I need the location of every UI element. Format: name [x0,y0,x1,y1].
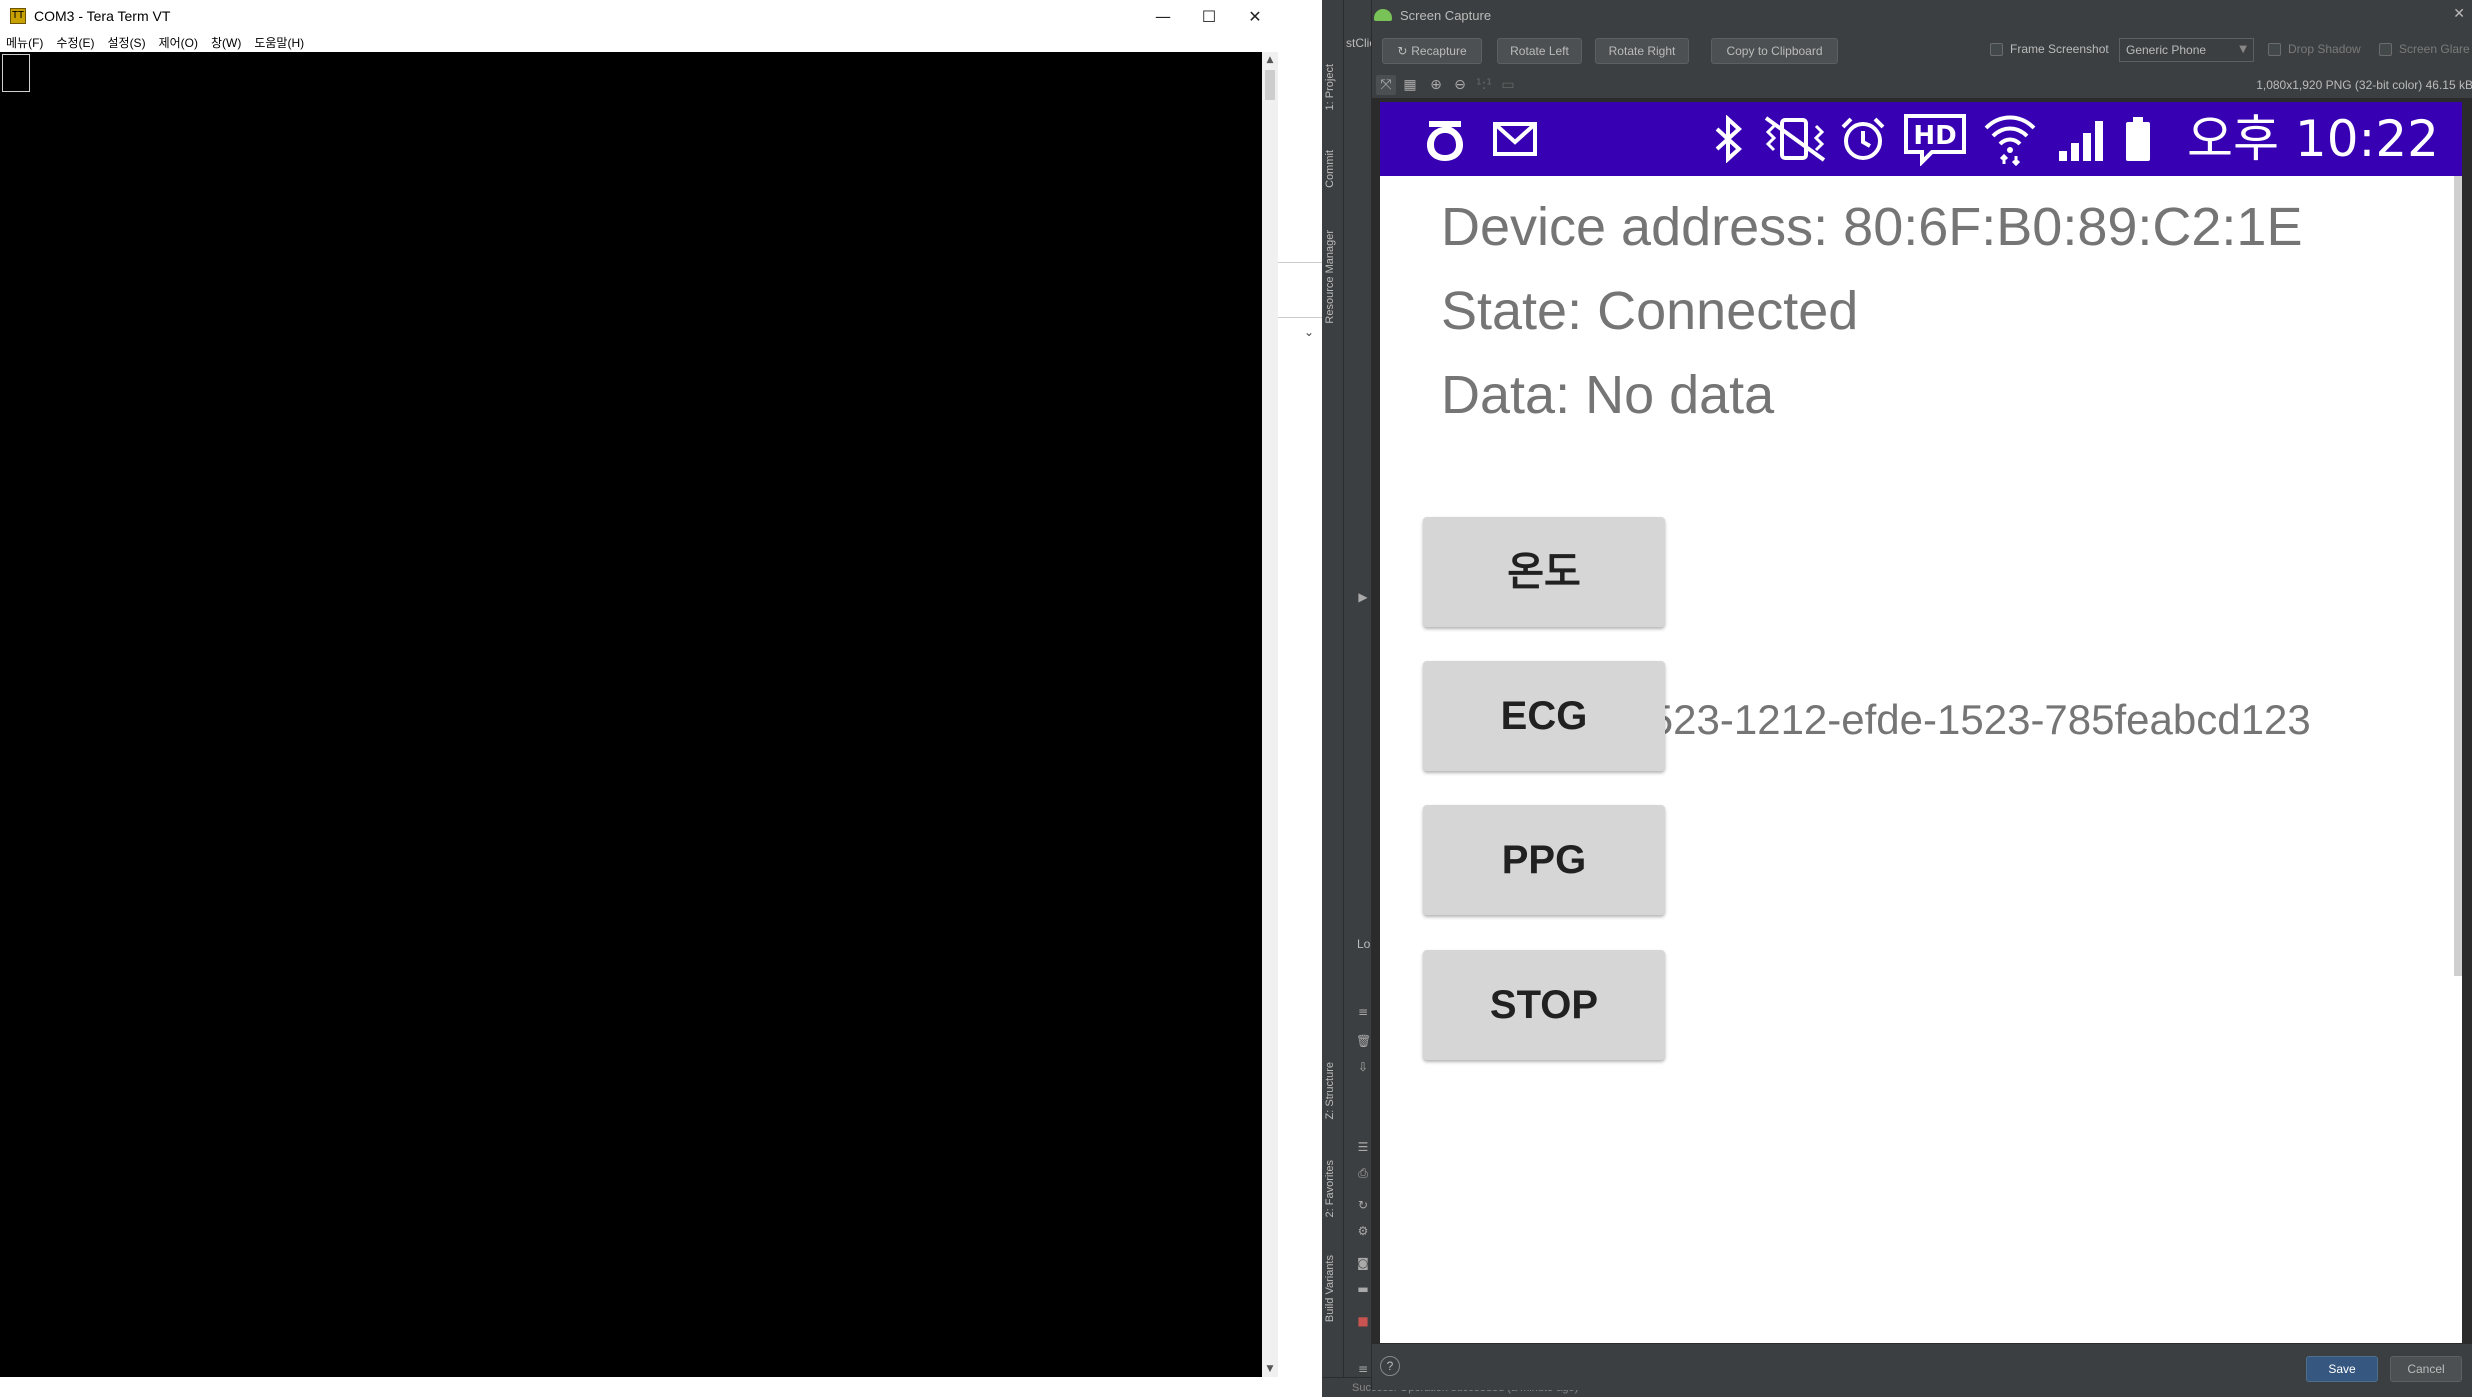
preview-scrollbar[interactable] [2454,176,2462,976]
zoom-in-icon[interactable]: ⊕ [1426,75,1446,95]
chevron-down-icon: ▼ [2239,44,2247,55]
grid-icon[interactable]: ▦ [1400,75,1420,95]
camera-icon[interactable]: ◙ [1356,1256,1370,1270]
frame-screenshot-option[interactable]: Frame Screenshot [1990,42,2109,56]
dialog-footer: ? Save Cancel [1372,1344,2472,1390]
menu-control[interactable]: 제어(O) [153,34,205,51]
image-info: 1,080x1,920 PNG (32-bit color) 46.15 kB [2256,78,2472,92]
phone-screenshot: HD 오후 10:22 Device address: 80:6F:B0:89:… [1380,102,2462,1343]
expand-arrow-icon[interactable]: ▶ [1356,590,1370,604]
teraterm-title: COM3 - Tera Term VT [34,8,171,24]
menu-icon[interactable]: ≡ [1356,1005,1370,1019]
temperature-button[interactable]: 온도 [1423,517,1665,627]
drop-shadow-option[interactable]: Drop Shadow [2268,42,2361,56]
background-field [1278,262,1322,318]
dialog-title: Screen Capture [1400,7,1492,23]
scroll-up-icon[interactable]: ▲ [1262,52,1278,68]
frame-screenshot-label: Frame Screenshot [2010,42,2109,56]
tab-build-variants[interactable]: Build Variants [1324,1255,1342,1322]
print-icon[interactable]: ⎙ [1356,1166,1370,1180]
stop-icon[interactable]: ■ [1356,1314,1370,1328]
menu-edit[interactable]: 수정(E) [50,34,101,51]
tab-resource-manager[interactable]: Resource Manager [1324,230,1342,324]
ppg-button[interactable]: PPG [1423,805,1665,915]
teraterm-titlebar[interactable]: TT COM3 - Tera Term VT — ☐ ✕ [0,0,1278,32]
hd-badge-text: HD [1913,121,1956,151]
stop-button[interactable]: STOP [1423,950,1665,1060]
gear-icon[interactable]: ⚙ [1356,1224,1370,1238]
device-select[interactable]: Generic Phone ▼ [2119,38,2254,62]
menu-help[interactable]: 도움말(H) [248,34,311,51]
teraterm-app-icon: TT [10,8,26,24]
close-icon[interactable]: ✕ [1232,0,1278,32]
tab-project[interactable]: 1: Project [1324,64,1342,110]
screen-glare-checkbox[interactable] [2379,42,2392,56]
scroll-end-icon[interactable]: ⇩ [1356,1060,1370,1074]
menu-setup[interactable]: 설정(S) [101,34,152,51]
terminal-scrollbar[interactable]: ▲ ▼ [1262,52,1278,1377]
android-icon [1374,9,1392,21]
window-controls: — ☐ ✕ [1140,0,1278,32]
recapture-button[interactable]: ↻ Recapture [1382,38,1482,64]
copy-clipboard-button[interactable]: Copy to Clipboard [1711,38,1838,64]
screen-capture-dialog: Screen Capture ✕ ↻ Recapture Rotate Left… [1371,0,2472,1390]
terminal-area[interactable] [0,52,1262,1377]
ecg-button[interactable]: ECG [1423,661,1665,771]
ide-tool-strip: 1: Project Commit Resource Manager Z: St… [1322,0,1344,1397]
capture-toolbar: ↻ Recapture Rotate Left Rotate Right Cop… [1372,38,2472,66]
recapture-label: Recapture [1411,44,1467,58]
restart-icon[interactable]: ↻ [1356,1198,1370,1212]
video-icon[interactable]: ▬ [1356,1282,1370,1296]
chevron-down-icon: ⌄ [1304,325,1315,339]
tab-commit[interactable]: Commit [1324,150,1342,188]
zoom-out-icon[interactable]: ⊖ [1450,75,1470,95]
view-toolbar: ⤧ ▦ ⊕ ⊖ ¹:¹ ▭ 1,080x1,920 PNG (32-bit co… [1372,72,2472,98]
fit-screen-icon[interactable]: ⤧ [1376,75,1396,95]
cancel-button[interactable]: Cancel [2390,1356,2462,1382]
close-icon[interactable]: ✕ [2453,6,2465,22]
scroll-down-icon[interactable]: ▼ [1262,1361,1278,1377]
terminal-cursor [2,54,30,92]
scroll-thumb[interactable] [1265,70,1275,100]
minimize-icon[interactable]: — [1140,0,1186,32]
rotate-right-button[interactable]: Rotate Right [1595,38,1689,64]
actual-size-icon[interactable]: ¹:¹ [1474,75,1494,95]
save-button[interactable]: Save [2306,1356,2378,1382]
tab-structure[interactable]: Z: Structure [1324,1062,1342,1119]
refresh-icon: ↻ [1397,44,1412,58]
drop-shadow-checkbox[interactable] [2268,42,2281,56]
menu-file[interactable]: 메뉴(F) [0,34,50,51]
rotate-left-button[interactable]: Rotate Left [1497,38,1582,64]
trash-icon[interactable]: 🗑 [1356,1034,1371,1048]
menu-window[interactable]: 창(W) [205,34,248,51]
teraterm-menubar: 메뉴(F) 수정(E) 설정(S) 제어(O) 창(W) 도움말(H) [0,32,1278,52]
maximize-icon[interactable]: ☐ [1186,0,1232,32]
layout-icon[interactable]: ≡ [1356,1362,1370,1376]
teraterm-window: TT COM3 - Tera Term VT — ☐ ✕ 메뉴(F) 수정(E)… [0,0,1278,1397]
drop-shadow-label: Drop Shadow [2288,42,2361,56]
soft-wrap-icon[interactable]: ☰ [1356,1140,1370,1154]
data-value: Data: No data [1441,365,1775,425]
frame-screenshot-checkbox[interactable] [1990,42,2003,56]
tab-favorites[interactable]: 2: Favorites [1324,1160,1342,1217]
device-select-value: Generic Phone [2126,43,2207,57]
dialog-titlebar[interactable]: Screen Capture ✕ [1372,0,2472,30]
screen-glare-option[interactable]: Screen Glare [2379,42,2470,56]
logcat-label[interactable]: Lo [1357,937,1370,951]
help-icon[interactable]: ? [1380,1356,1400,1376]
background-window [1278,0,1322,1397]
frame-icon[interactable]: ▭ [1498,75,1518,95]
screen-glare-label: Screen Glare [2399,42,2470,56]
